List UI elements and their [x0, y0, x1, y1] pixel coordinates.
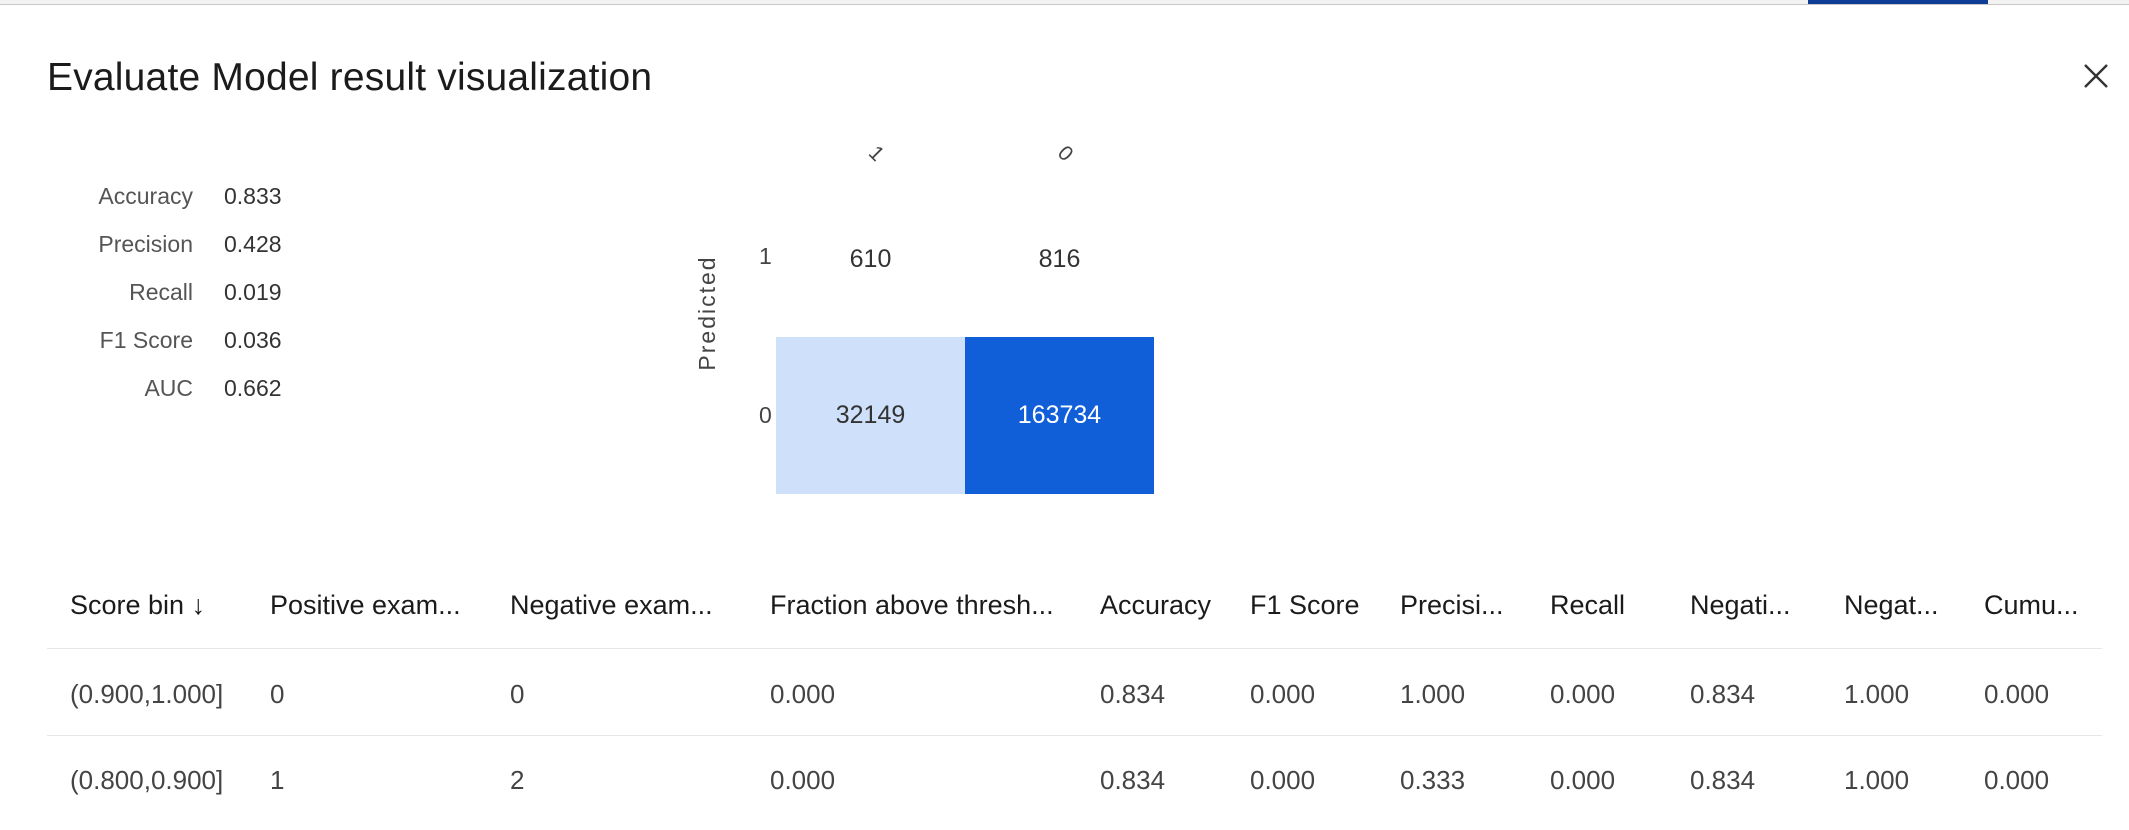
- close-icon: [2084, 64, 2108, 88]
- cm-y-axis-label: Predicted: [694, 255, 720, 371]
- row-divider: [47, 735, 2102, 736]
- background-window-strip: [0, 0, 2129, 5]
- column-header-positive-examples[interactable]: Positive exam...: [270, 590, 461, 621]
- metric-value-recall: 0.019: [224, 279, 282, 305]
- metric-label-accuracy: Accuracy: [98, 183, 193, 209]
- table-cell: 0: [510, 679, 525, 709]
- metric-label-auc: AUC: [144, 375, 193, 401]
- table-cell: (0.900,1.000]: [70, 679, 224, 709]
- dialog-title: Evaluate Model result visualization: [47, 56, 653, 99]
- column-header-negative-examples[interactable]: Negative exam...: [510, 590, 713, 621]
- table-cell: 0.834: [1100, 679, 1166, 709]
- table-cell: 0.000: [770, 679, 836, 709]
- column-header-f1-score[interactable]: F1 Score: [1250, 590, 1360, 621]
- column-header-cumulative[interactable]: Cumu...: [1984, 590, 2079, 621]
- column-header-score-bin[interactable]: Score bin ↓: [70, 590, 205, 621]
- metric-value-precision: 0.428: [224, 231, 282, 257]
- table-cell: 0.000: [1250, 679, 1316, 709]
- table-cell: 1.000: [1844, 679, 1910, 709]
- table-cell: 0.000: [1984, 679, 2050, 709]
- table-cell: 0.000: [1550, 765, 1616, 795]
- header-divider: [47, 648, 2102, 649]
- cm-row-tick-0: 0: [759, 402, 772, 428]
- table-cell: 0.000: [1250, 765, 1316, 795]
- cm-col-tick-0: 0: [1052, 141, 1078, 166]
- metric-value-f1-score: 0.036: [224, 327, 282, 353]
- metric-value-accuracy: 0.833: [224, 183, 282, 209]
- table-cell: 2: [510, 765, 525, 795]
- table-cell: (0.800,0.900]: [70, 765, 224, 795]
- table-cell: 0.333: [1400, 765, 1466, 795]
- close-button[interactable]: [2080, 60, 2112, 92]
- metric-label-recall: Recall: [129, 279, 193, 305]
- table-cell: 1.000: [1400, 679, 1466, 709]
- cm-cell-0-0: 163734: [965, 337, 1154, 494]
- table-cell: 0.834: [1690, 765, 1756, 795]
- cm-cell-1-0: 816: [1038, 245, 1081, 273]
- background-accent-button: [1808, 0, 1988, 4]
- cm-cell-1-1: 610: [849, 245, 892, 273]
- table-cell: 0.834: [1690, 679, 1756, 709]
- column-header-accuracy[interactable]: Accuracy: [1100, 590, 1211, 621]
- table-cell: 0.000: [1550, 679, 1616, 709]
- column-header-negative-recall[interactable]: Negat...: [1844, 590, 1939, 621]
- cm-row-tick-1: 1: [759, 243, 772, 269]
- cm-cell-0-1: 32149: [776, 337, 965, 494]
- table-cell: 0.000: [770, 765, 836, 795]
- table-cell: 1.000: [1844, 765, 1910, 795]
- table-cell: 0.834: [1100, 765, 1166, 795]
- metric-value-auc: 0.662: [224, 375, 282, 401]
- column-header-recall[interactable]: Recall: [1550, 590, 1625, 621]
- metric-label-precision: Precision: [98, 231, 193, 257]
- column-header-fraction-above-threshold[interactable]: Fraction above thresh...: [770, 590, 1054, 621]
- cm-col-tick-1: 1: [863, 141, 889, 166]
- metric-label-f1-score: F1 Score: [99, 327, 193, 353]
- column-header-negative-precision[interactable]: Negati...: [1690, 590, 1791, 621]
- table-cell: 0.000: [1984, 765, 2050, 795]
- column-header-precision[interactable]: Precisi...: [1400, 590, 1504, 621]
- table-cell: 1: [270, 765, 285, 795]
- table-cell: 0: [270, 679, 285, 709]
